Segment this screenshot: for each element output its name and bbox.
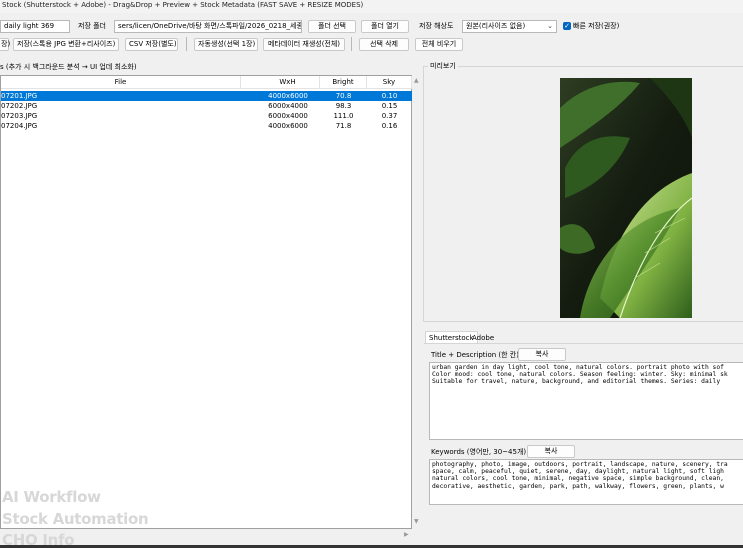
- title-description-textarea[interactable]: urban garden in day light, cool tone, na…: [429, 362, 743, 440]
- status-text: s (추가 시 백그라운드 분석 → UI 업데 최소화): [0, 63, 137, 71]
- table-row[interactable]: 07203.JPG 6000x4000 111.0 0.37: [1, 111, 412, 121]
- preview-image: [560, 78, 692, 318]
- clear-all-button[interactable]: 전체 비우기: [415, 38, 463, 51]
- select-folder-button[interactable]: 폴더 선택: [308, 20, 356, 33]
- cell-bright: 71.8: [335, 122, 352, 130]
- table-row[interactable]: 07201.JPG 4000x6000 70.8 0.10: [1, 91, 412, 101]
- cell-sky: 0.37: [381, 112, 398, 120]
- watermark-line: Stock Automation: [2, 510, 149, 528]
- save-folder-path-input[interactable]: sers/licen/OneDrive/바탕 화면/스톡파일/2026_0218…: [114, 20, 302, 33]
- auto-generate-button[interactable]: 자동생성(선택 1장): [194, 38, 258, 51]
- column-header-bright[interactable]: Bright: [320, 76, 367, 88]
- watermark-line: AI Workflow: [2, 488, 101, 506]
- save-stock-jpg-button[interactable]: 저장(스톡용 JPG 변환+리사이즈): [13, 38, 119, 51]
- cell-wxh: 4000x6000: [268, 122, 308, 130]
- file-table: File WxH Bright Sky 07201.JPG 4000x6000 70…: [0, 75, 412, 529]
- copy-keywords-button[interactable]: 복사: [527, 445, 575, 458]
- open-folder-button[interactable]: 폴더 열기: [361, 20, 409, 33]
- column-header-file[interactable]: File: [1, 76, 241, 88]
- cell-file: 07204.JPG: [1, 122, 38, 130]
- scroll-up-icon[interactable]: ▲: [414, 77, 419, 84]
- cell-wxh: 6000x4000: [268, 112, 308, 120]
- resolution-select[interactable]: 원본(리사이즈 없음) ⌄: [462, 20, 557, 33]
- leaf-photo-icon: [560, 78, 692, 318]
- delete-selected-button[interactable]: 선택 삭제: [359, 38, 409, 51]
- copy-title-button[interactable]: 복사: [518, 348, 566, 361]
- title-description-label: Title + Description (한 칸): [431, 351, 519, 359]
- cut-left-button[interactable]: 장): [0, 38, 10, 51]
- table-row[interactable]: 07204.JPG 4000x6000 71.8 0.16: [1, 121, 412, 131]
- save-folder-label: 저장 폴더: [78, 22, 106, 30]
- resolution-label: 저장 해상도: [419, 22, 454, 30]
- toolbar-divider: [351, 37, 352, 51]
- keywords-label: Keywords (영어만, 30~45개): [431, 448, 527, 456]
- cell-wxh: 6000x4000: [268, 102, 308, 110]
- cell-sky: 0.10: [381, 92, 398, 100]
- column-header-sky[interactable]: Sky: [367, 76, 412, 88]
- chevron-down-icon: ⌄: [547, 22, 553, 30]
- scroll-down-icon[interactable]: ▼: [414, 518, 419, 525]
- cell-sky: 0.16: [381, 122, 398, 130]
- cell-bright: 111.0: [333, 112, 354, 120]
- column-header-wxh[interactable]: WxH: [256, 76, 320, 88]
- cell-sky: 0.15: [381, 102, 398, 110]
- cell-wxh: 4000x6000: [268, 92, 308, 100]
- fast-save-label: 빠른 저장(권장): [573, 22, 620, 30]
- table-header: File WxH Bright Sky: [1, 76, 412, 89]
- keywords-textarea[interactable]: photography, photo, image, outdoors, por…: [429, 459, 743, 505]
- preview-label: 미리보기: [428, 61, 458, 71]
- table-row[interactable]: 07202.JPG 6000x4000 98.3 0.15: [1, 101, 412, 111]
- cell-file: 07202.JPG: [1, 102, 38, 110]
- resolution-value: 원본(리사이즈 없음): [466, 22, 526, 30]
- cell-file: 07201.JPG: [1, 92, 38, 100]
- metadata-regen-button[interactable]: 메타데이터 재생성(전체): [263, 38, 345, 51]
- scroll-right-icon[interactable]: ▶: [404, 531, 409, 538]
- cell-file: 07203.JPG: [1, 112, 38, 120]
- fast-save-checkbox[interactable]: ✓: [563, 22, 571, 30]
- series-input[interactable]: daily light 369: [0, 20, 70, 33]
- csv-save-button[interactable]: CSV 저장(별도): [125, 38, 178, 51]
- cell-bright: 98.3: [335, 102, 352, 110]
- toolbar-divider: [186, 37, 187, 51]
- window-title: Stock (Shutterstock + Adobe) - Drag&Drop…: [0, 0, 743, 13]
- table-scrollbar[interactable]: ▲ ▼: [412, 75, 422, 529]
- cell-bright: 70.8: [335, 92, 352, 100]
